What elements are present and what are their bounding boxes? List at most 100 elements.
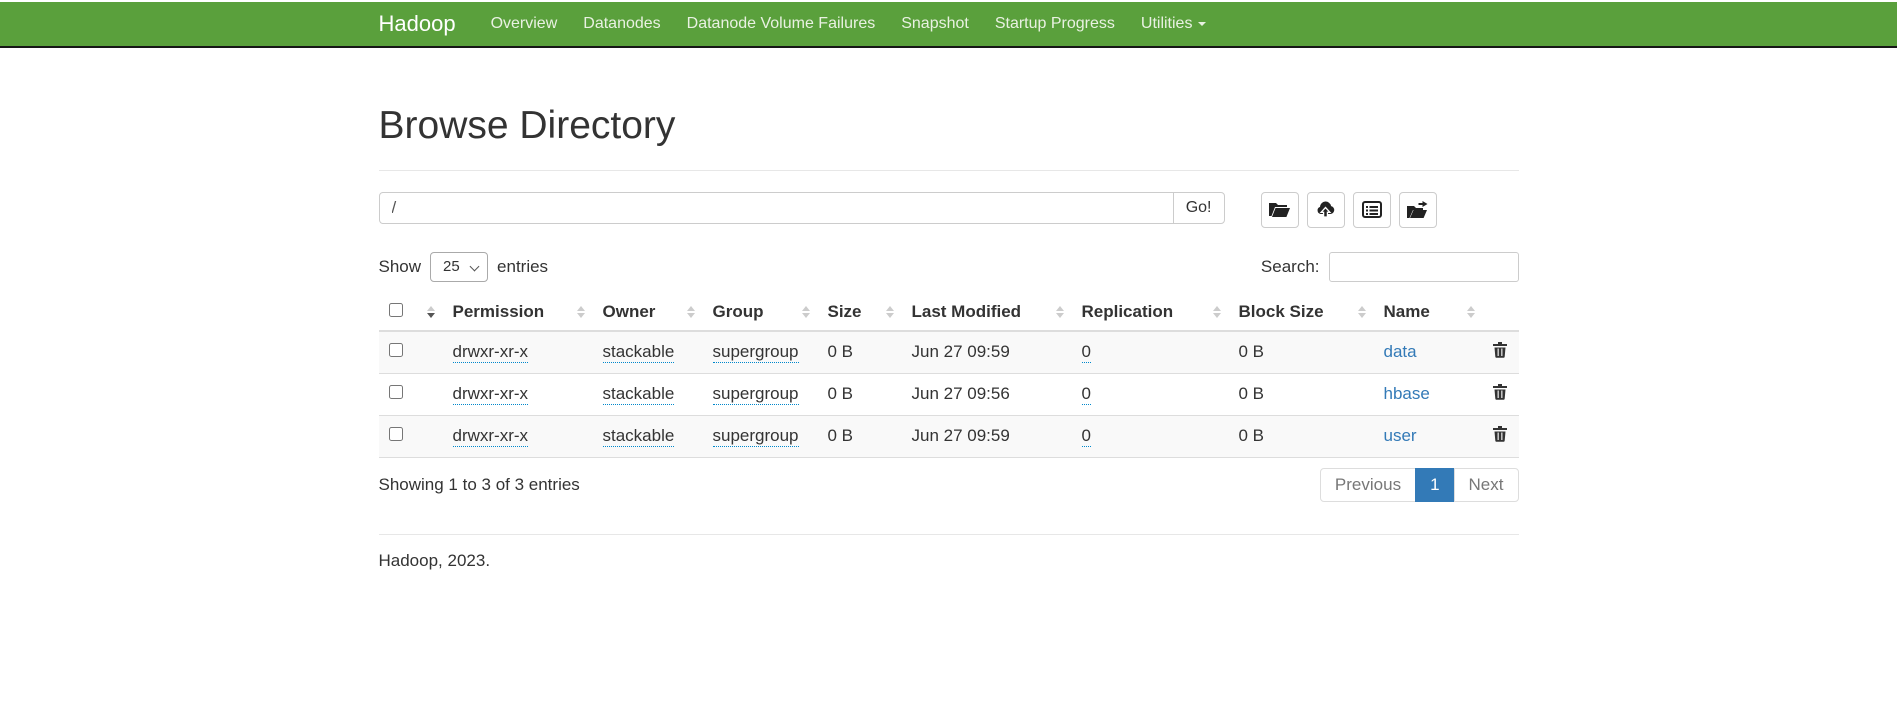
directory-path-input[interactable] <box>379 192 1174 224</box>
page-size-select[interactable]: 25 <box>430 252 488 282</box>
nav-item-overview[interactable]: Overview <box>478 15 571 33</box>
page-size-value: 25 <box>443 258 460 275</box>
column-header-label: Permission <box>453 302 545 321</box>
column-header-select-all[interactable] <box>379 294 443 331</box>
permission-value[interactable]: drwxr-xr-x <box>453 342 529 363</box>
footer-text: Hadoop, 2023. <box>379 551 1519 571</box>
table-row: drwxr-xr-x stackable supergroup 0 B Jun … <box>379 415 1519 457</box>
column-header-label: Name <box>1384 302 1430 321</box>
list-alt-icon <box>1362 201 1382 218</box>
column-header-owner[interactable]: Owner <box>593 294 703 331</box>
column-header-block-size[interactable]: Block Size <box>1229 294 1374 331</box>
column-header-last-modified[interactable]: Last Modified <box>902 294 1072 331</box>
row-checkbox[interactable] <box>389 385 403 399</box>
cloud-upload-icon <box>1315 201 1336 218</box>
block-size-value: 0 B <box>1239 384 1265 403</box>
group-value[interactable]: supergroup <box>713 384 799 405</box>
group-value[interactable]: supergroup <box>713 426 799 447</box>
chevron-down-icon <box>470 261 480 271</box>
table-row: drwxr-xr-x stackable supergroup 0 B Jun … <box>379 331 1519 374</box>
sort-icon <box>1213 306 1221 318</box>
column-header-replication[interactable]: Replication <box>1072 294 1229 331</box>
owner-value[interactable]: stackable <box>603 426 675 447</box>
go-button[interactable]: Go! <box>1173 192 1225 224</box>
column-header-label: Block Size <box>1239 302 1324 321</box>
column-header-group[interactable]: Group <box>703 294 818 331</box>
owner-value[interactable]: stackable <box>603 342 675 363</box>
table-header-row: Permission Owner Group Size Last Modifie… <box>379 294 1519 331</box>
pagination: Previous 1 Next <box>1320 468 1519 502</box>
sort-icon <box>1056 306 1064 318</box>
entries-info: Showing 1 to 3 of 3 entries <box>379 475 580 495</box>
block-size-value: 0 B <box>1239 426 1265 445</box>
select-all-checkbox[interactable] <box>389 303 403 317</box>
sort-icon <box>687 306 695 318</box>
column-header-label: Replication <box>1082 302 1174 321</box>
trash-icon <box>1493 388 1507 403</box>
size-value: 0 B <box>828 426 854 445</box>
owner-value[interactable]: stackable <box>603 384 675 405</box>
directory-name-link[interactable]: user <box>1384 426 1417 445</box>
column-header-size[interactable]: Size <box>818 294 902 331</box>
sort-icon <box>802 306 810 318</box>
delete-button[interactable] <box>1493 426 1507 445</box>
row-checkbox[interactable] <box>389 427 403 441</box>
block-size-value: 0 B <box>1239 342 1265 361</box>
delete-button[interactable] <box>1493 342 1507 361</box>
sort-icon <box>577 306 585 318</box>
pagination-next[interactable]: Next <box>1454 468 1519 502</box>
group-value[interactable]: supergroup <box>713 342 799 363</box>
file-list-button[interactable] <box>1353 192 1391 228</box>
nav-item-label: Overview <box>491 15 558 33</box>
search-input[interactable] <box>1329 252 1519 282</box>
column-header-label: Group <box>713 302 764 321</box>
last-modified-value: Jun 27 09:59 <box>912 342 1010 361</box>
show-label: Show <box>379 257 422 277</box>
sort-icon <box>1358 306 1366 318</box>
create-directory-button[interactable] <box>1261 192 1299 228</box>
replication-value[interactable]: 0 <box>1082 342 1091 363</box>
column-header-label: Last Modified <box>912 302 1022 321</box>
column-header-actions <box>1483 294 1519 331</box>
column-header-label: Owner <box>603 302 656 321</box>
nav-item-label: Datanode Volume Failures <box>687 15 876 33</box>
folder-move-icon <box>1407 201 1428 219</box>
trash-icon <box>1493 430 1507 445</box>
top-navbar: Hadoop Overview Datanodes Datanode Volum… <box>0 2 1897 48</box>
replication-value[interactable]: 0 <box>1082 384 1091 405</box>
permission-value[interactable]: drwxr-xr-x <box>453 384 529 405</box>
folder-open-icon <box>1269 201 1290 219</box>
nav-item-snapshot[interactable]: Snapshot <box>888 15 982 33</box>
table-row: drwxr-xr-x stackable supergroup 0 B Jun … <box>379 373 1519 415</box>
directory-name-link[interactable]: hbase <box>1384 384 1430 403</box>
column-header-label: Size <box>828 302 862 321</box>
upload-file-button[interactable] <box>1307 192 1345 228</box>
nav-item-datanodes[interactable]: Datanodes <box>570 15 673 33</box>
nav-item-utilities-dropdown[interactable]: Utilities <box>1128 15 1220 33</box>
sort-icon <box>886 306 894 318</box>
replication-value[interactable]: 0 <box>1082 426 1091 447</box>
pagination-page-1[interactable]: 1 <box>1415 468 1454 502</box>
navbar-brand[interactable]: Hadoop <box>379 11 460 37</box>
delete-button[interactable] <box>1493 384 1507 403</box>
size-value: 0 B <box>828 342 854 361</box>
permission-value[interactable]: drwxr-xr-x <box>453 426 529 447</box>
entries-label: entries <box>497 257 548 277</box>
search-label: Search: <box>1261 257 1320 277</box>
column-header-name[interactable]: Name <box>1374 294 1483 331</box>
nav-item-datanode-volume-failures[interactable]: Datanode Volume Failures <box>674 15 889 33</box>
pagination-previous[interactable]: Previous <box>1320 468 1416 502</box>
nav-item-startup-progress[interactable]: Startup Progress <box>982 15 1128 33</box>
move-paste-button[interactable] <box>1399 192 1437 228</box>
nav-item-label: Datanodes <box>583 15 660 33</box>
directory-table: Permission Owner Group Size Last Modifie… <box>379 294 1519 458</box>
sort-icon <box>427 306 435 318</box>
chevron-down-icon <box>1198 22 1206 26</box>
divider <box>379 534 1519 535</box>
directory-name-link[interactable]: data <box>1384 342 1417 361</box>
column-header-permission[interactable]: Permission <box>443 294 593 331</box>
path-input-group: Go! <box>379 192 1225 224</box>
size-value: 0 B <box>828 384 854 403</box>
page-title: Browse Directory <box>379 105 1519 148</box>
row-checkbox[interactable] <box>389 343 403 357</box>
